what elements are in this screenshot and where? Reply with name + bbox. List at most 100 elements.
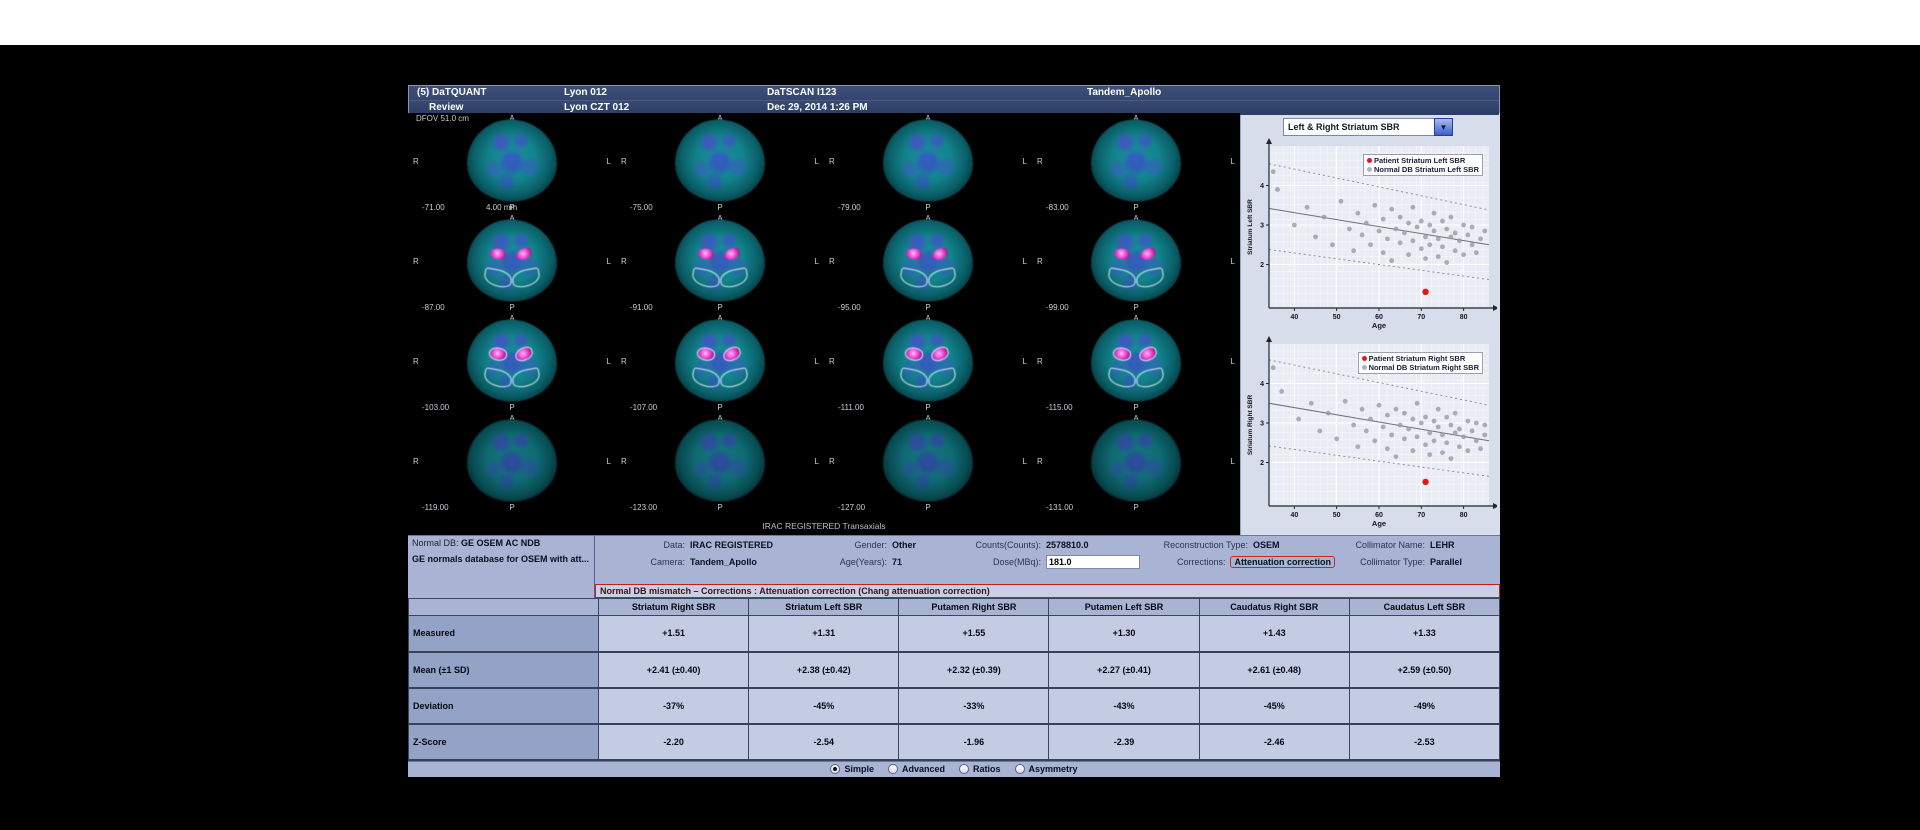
- acquisition-fields: Data:IRAC REGISTERED Gender:Other Counts…: [595, 536, 1500, 584]
- svg-text:50: 50: [1333, 512, 1341, 519]
- slice-cell[interactable]: APRL-79.00: [824, 113, 1032, 213]
- radio-icon[interactable]: [959, 764, 969, 774]
- chart-selector-value: Left & Right Striatum SBR: [1284, 122, 1400, 132]
- brain-slice-image: [883, 120, 973, 202]
- col-putamen-right: Putamen Right SBR: [899, 599, 1049, 616]
- slice-cell[interactable]: APRL-107.00: [616, 313, 824, 413]
- slice-cell[interactable]: APRL-115.00: [1032, 313, 1240, 413]
- roi-contour-outline: [899, 367, 930, 389]
- orientation-posterior-label: P: [509, 303, 514, 312]
- cell-value: -45%: [749, 688, 899, 724]
- orientation-posterior-label: P: [925, 503, 930, 512]
- brain-slice-image: [1091, 320, 1181, 402]
- slice-cell[interactable]: APRL-131.00: [1032, 413, 1240, 513]
- orientation-left-label: L: [1231, 157, 1235, 166]
- slice-cell[interactable]: APRL-111.00: [824, 313, 1032, 413]
- slice-cell[interactable]: APRL-87.00: [408, 213, 616, 313]
- dose-input[interactable]: [1046, 555, 1140, 569]
- svg-text:70: 70: [1417, 512, 1425, 519]
- cell-value: +2.59 (±0.50): [1349, 652, 1499, 688]
- col-caudatus-right: Caudatus Right SBR: [1199, 599, 1349, 616]
- mode-asymmetry[interactable]: Asymmetry: [1015, 764, 1078, 774]
- corrections-value[interactable]: Attenuation correction: [1230, 556, 1335, 568]
- orientation-posterior-label: P: [1133, 203, 1138, 212]
- svg-text:40: 40: [1290, 512, 1298, 519]
- slice-position-label: -115.00: [1046, 403, 1073, 412]
- svg-text:70: 70: [1417, 314, 1425, 321]
- roi-contour-outline: [483, 367, 514, 389]
- slice-cell[interactable]: APRL-123.00: [616, 413, 824, 513]
- slice-cell[interactable]: APRL-127.00: [824, 413, 1032, 513]
- slice-cell[interactable]: APRL-83.00: [1032, 113, 1240, 213]
- roi-contour-outline: [511, 367, 542, 389]
- cell-value: -2.20: [599, 724, 749, 760]
- counts-label: Counts(Counts):: [955, 540, 1041, 550]
- slice-spacing-label: 4.00 mm: [486, 203, 517, 212]
- slice-cell[interactable]: APRL-75.00: [616, 113, 824, 213]
- slice-position-label: -71.00: [422, 203, 445, 212]
- radio-icon[interactable]: [888, 764, 898, 774]
- orientation-posterior-label: P: [1133, 303, 1138, 312]
- patient-id: Lyon 012: [564, 87, 607, 98]
- collimator-type-label: Collimator Type:: [1335, 557, 1425, 567]
- chart-selector-dropdown[interactable]: Left & Right Striatum SBR ▼: [1283, 118, 1453, 136]
- brain-slice-image: [883, 220, 973, 302]
- collimator-name-label: Collimator Name:: [1335, 540, 1425, 550]
- slice-cell[interactable]: APRL-103.00: [408, 313, 616, 413]
- cell-value: +2.61 (±0.48): [1199, 652, 1349, 688]
- orientation-right-label: R: [413, 157, 419, 166]
- mode-label: Simple: [844, 764, 874, 774]
- orientation-left-label: L: [1023, 457, 1027, 466]
- brain-slice-image: [883, 420, 973, 502]
- isotope-label: DaTSCAN I123: [767, 87, 836, 98]
- slice-position-label: -87.00: [422, 303, 445, 312]
- orientation-right-label: R: [621, 357, 627, 366]
- legend-entry: Patient Striatum Left SBR: [1367, 156, 1479, 165]
- fields-row-1: Data:IRAC REGISTERED Gender:Other Counts…: [595, 536, 1500, 553]
- orientation-left-label: L: [815, 457, 819, 466]
- slice-cell[interactable]: APRL-91.00: [616, 213, 824, 313]
- chevron-down-icon[interactable]: ▼: [1434, 118, 1453, 136]
- orientation-left-label: L: [815, 157, 819, 166]
- roi-contour-outline: [691, 267, 722, 289]
- legend-label: Normal DB Striatum Left SBR: [1374, 165, 1479, 174]
- legend-label: Patient Striatum Left SBR: [1374, 156, 1465, 165]
- slice-position-label: -111.00: [838, 403, 864, 412]
- mode-simple[interactable]: Simple: [830, 764, 874, 774]
- orientation-left-label: L: [1231, 457, 1235, 466]
- radio-icon[interactable]: [1015, 764, 1025, 774]
- orientation-right-label: R: [621, 157, 627, 166]
- row-deviation: Deviation -37% -45% -33% -43% -45% -49%: [409, 688, 1500, 724]
- mode-ratios[interactable]: Ratios: [959, 764, 1001, 774]
- slice-cell[interactable]: APRL-71.00DFOV 51.0 cm4.00 mm: [408, 113, 616, 213]
- striatum-uptake-spot: [1138, 346, 1157, 361]
- striatum-uptake-spot: [697, 246, 716, 261]
- legend-dot-icon: [1367, 167, 1372, 172]
- roi-contour-outline: [483, 267, 514, 289]
- orientation-right-label: R: [1037, 357, 1043, 366]
- normal-db-box: Normal DB: GE OSEM AC NDB GE normals dat…: [408, 536, 595, 584]
- slice-cell[interactable]: APRL-99.00: [1032, 213, 1240, 313]
- mode-advanced[interactable]: Advanced: [888, 764, 945, 774]
- cell-value: -2.39: [1049, 724, 1199, 760]
- orientation-left-label: L: [607, 257, 611, 266]
- striatum-uptake-spot: [1113, 246, 1132, 261]
- brain-slice-image: [467, 120, 557, 202]
- results-table: Striatum Right SBR Striatum Left SBR Put…: [408, 598, 1500, 761]
- svg-text:80: 80: [1460, 314, 1468, 321]
- orientation-left-label: L: [607, 457, 611, 466]
- gender-value: Other: [892, 540, 916, 550]
- radio-icon[interactable]: [830, 764, 840, 774]
- datquant-window: (5) DaTQUANT Lyon 012 DaTSCAN I123 Tande…: [408, 85, 1500, 756]
- cell-value: -33%: [899, 688, 1049, 724]
- slice-cell[interactable]: APRL-119.00: [408, 413, 616, 513]
- slice-cell[interactable]: APRL-95.00: [824, 213, 1032, 313]
- chart-striatum-left-sbr: 4050607080234AgeStriatum Left SBRPatient…: [1245, 138, 1497, 334]
- roi-contour-outline: [1135, 267, 1166, 289]
- striatum-uptake-spot: [514, 346, 533, 361]
- orientation-left-label: L: [815, 257, 819, 266]
- series-label: IRAC REGISTERED Transaxials: [408, 521, 1240, 531]
- orientation-right-label: R: [829, 257, 835, 266]
- svg-text:80: 80: [1460, 512, 1468, 519]
- slice-position-label: -83.00: [1046, 203, 1069, 212]
